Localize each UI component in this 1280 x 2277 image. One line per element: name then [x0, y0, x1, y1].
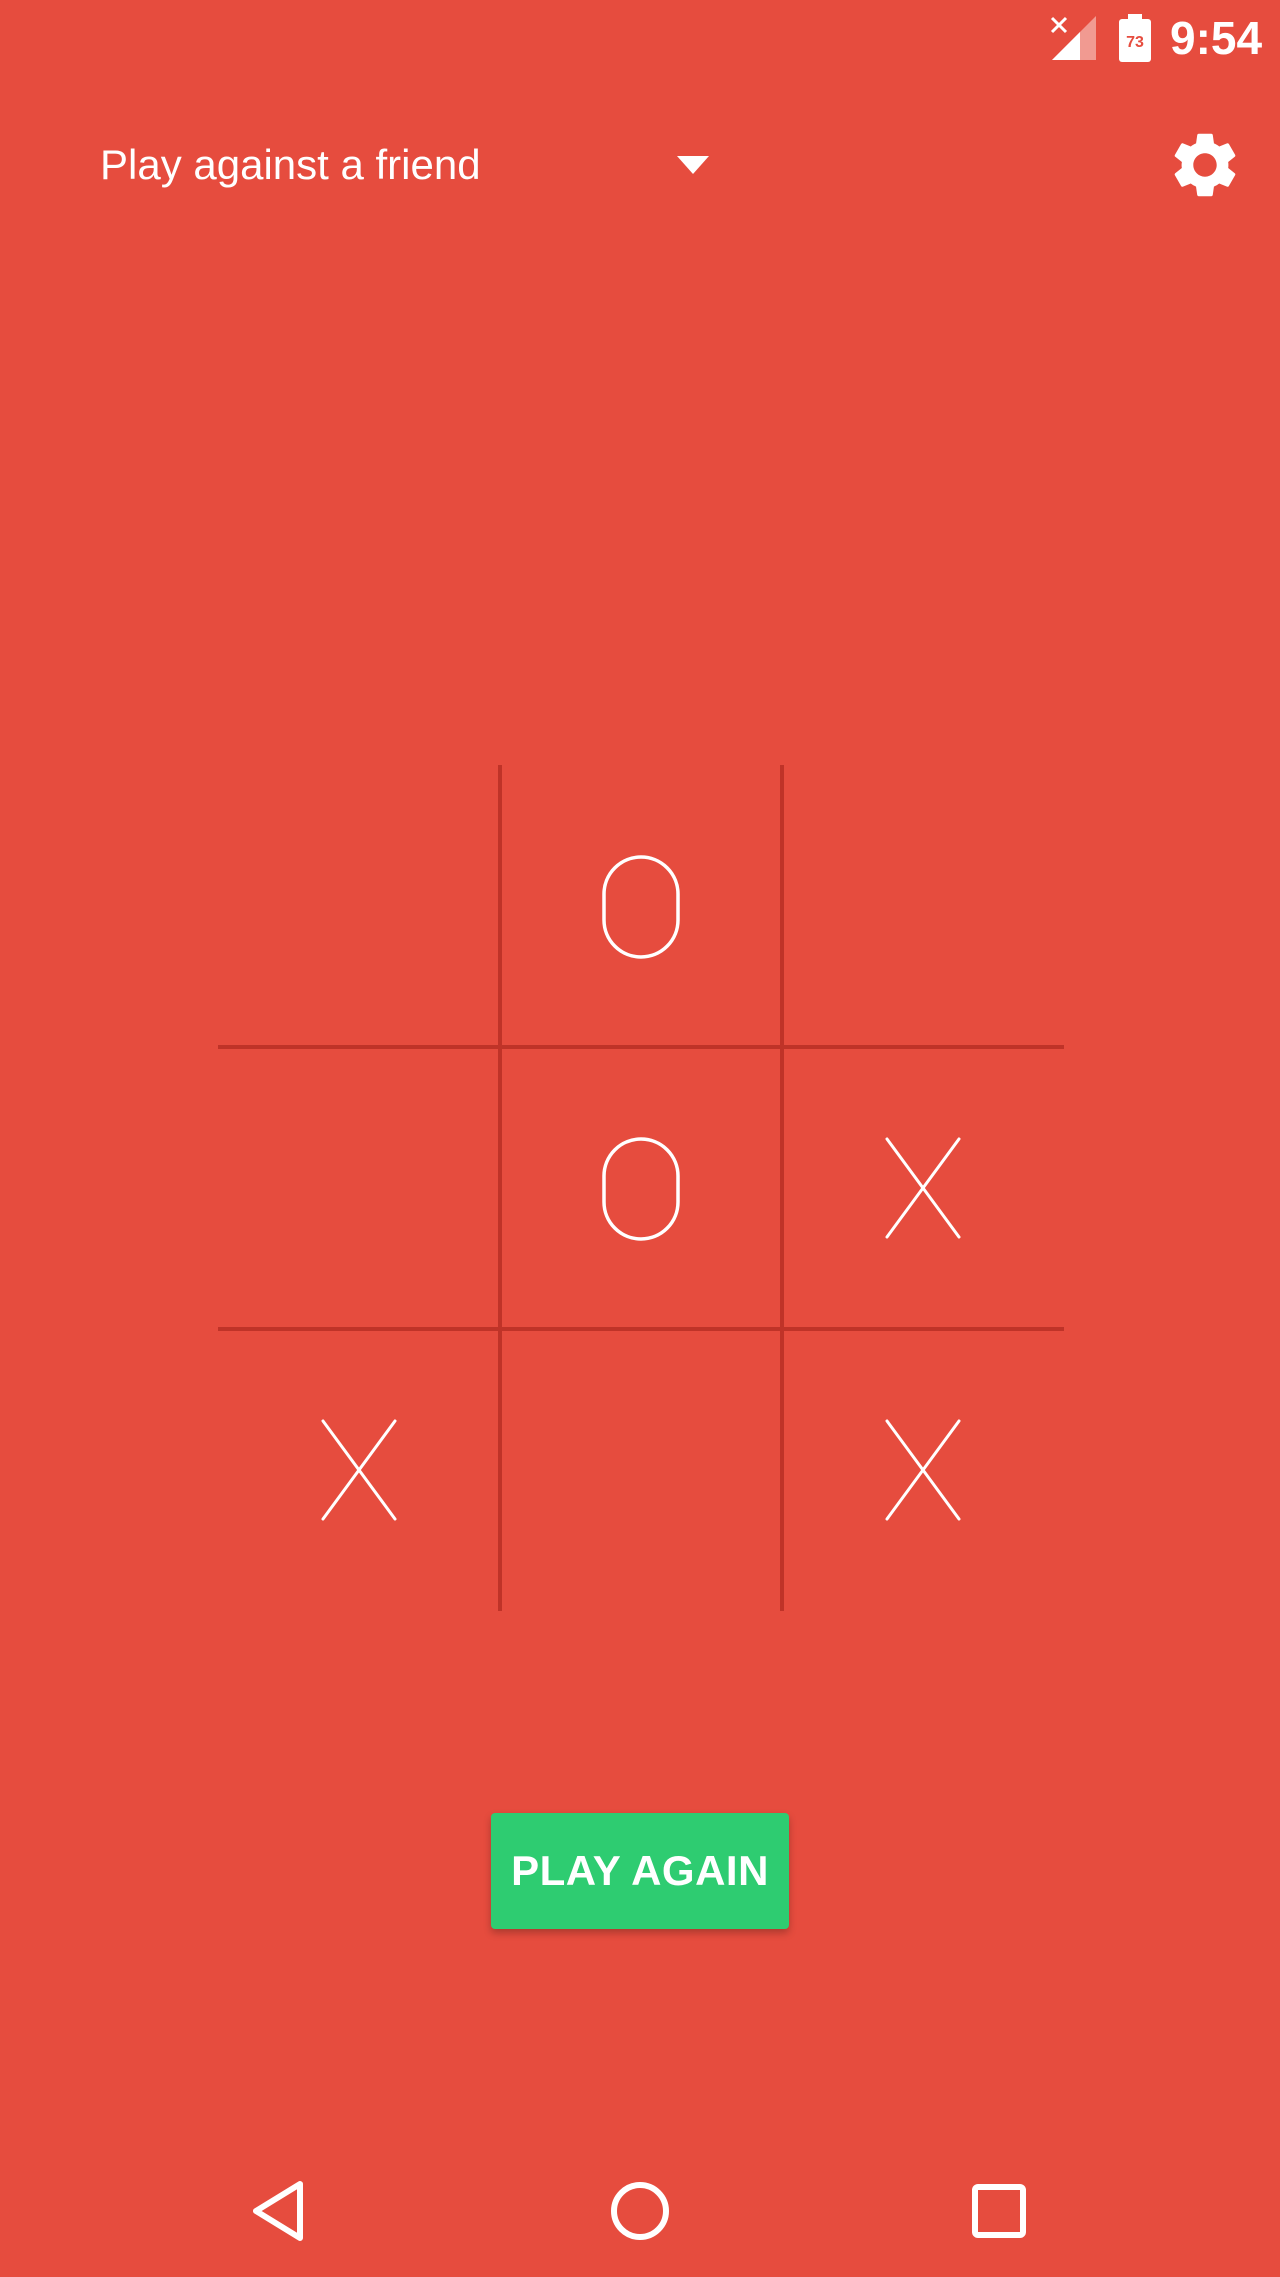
o-mark-icon: [602, 855, 680, 959]
back-button[interactable]: [246, 2176, 316, 2246]
gear-icon: [1174, 133, 1236, 197]
game-mode-label: Play against a friend: [100, 141, 481, 188]
status-bar: 73 9:54: [0, 0, 1280, 80]
x-mark-icon: [885, 1419, 961, 1521]
board-cell-r1-c3[interactable]: [782, 765, 1064, 1047]
play-again-button[interactable]: PLAY AGAIN: [491, 1813, 789, 1929]
o-mark-icon: [602, 1137, 680, 1241]
x-mark-icon: [321, 1419, 397, 1521]
home-button[interactable]: [605, 2176, 675, 2246]
board-cell-r3-c2[interactable]: [500, 1329, 782, 1611]
signal-no-service-icon: [1050, 16, 1096, 60]
navigation-bar: [0, 2140, 1280, 2277]
back-triangle-icon: [253, 2181, 303, 2241]
board-cell-r2-c2[interactable]: [500, 1047, 782, 1329]
dropdown-arrow-icon: [677, 156, 709, 174]
game-mode-dropdown[interactable]: Play against a friend: [100, 130, 720, 200]
recents-square-icon: [972, 2184, 1026, 2238]
board-cell-r1-c1[interactable]: [218, 765, 500, 1047]
board-cell-r3-c3[interactable]: [782, 1329, 1064, 1611]
board-cell-r1-c2[interactable]: [500, 765, 782, 1047]
status-time: 9:54: [1170, 12, 1263, 64]
game-board: [218, 765, 1064, 1611]
battery-level-text: 73: [1126, 34, 1144, 51]
board-cell-r2-c1[interactable]: [218, 1047, 500, 1329]
battery-charging-icon: 73: [1118, 14, 1152, 62]
board-cell-r3-c1[interactable]: [218, 1329, 500, 1611]
recents-button[interactable]: [964, 2176, 1034, 2246]
home-circle-icon: [611, 2182, 669, 2240]
settings-button[interactable]: [1166, 126, 1244, 204]
x-mark-icon: [885, 1137, 961, 1239]
board-cell-r2-c3[interactable]: [782, 1047, 1064, 1329]
